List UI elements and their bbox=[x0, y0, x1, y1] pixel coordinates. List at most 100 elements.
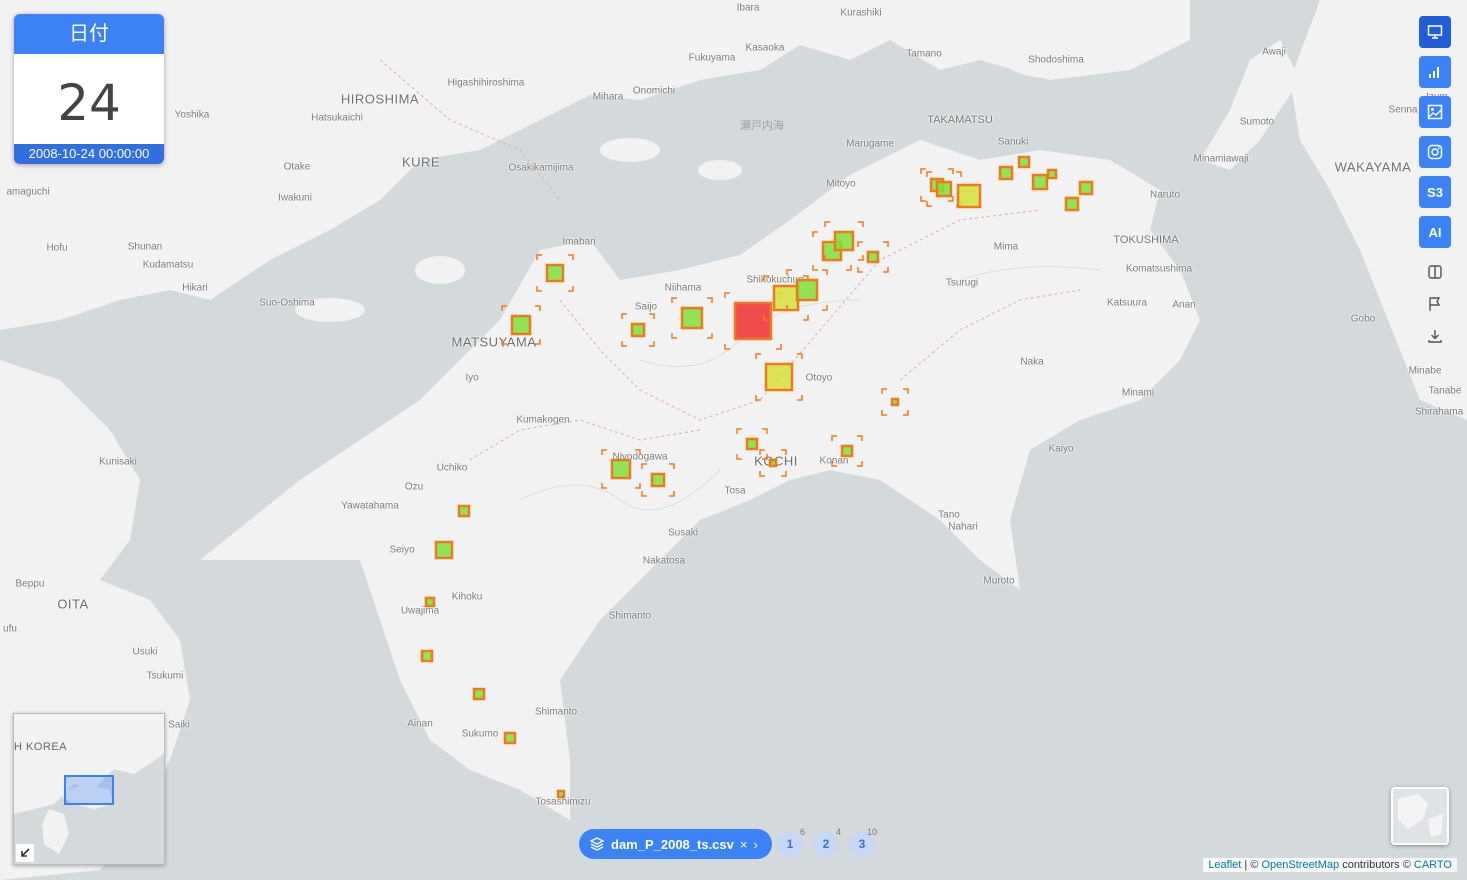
page-button-2[interactable]: 2 4 bbox=[813, 827, 841, 857]
dam-marker[interactable] bbox=[472, 687, 486, 701]
layer-chip-label: dam_P_2008_ts.csv bbox=[611, 836, 734, 852]
dam-marker[interactable] bbox=[759, 449, 787, 477]
marker-square bbox=[745, 437, 759, 451]
dam-marker[interactable] bbox=[755, 353, 803, 401]
marker-square bbox=[434, 540, 454, 560]
marker-square bbox=[472, 687, 486, 701]
download-button[interactable] bbox=[1419, 320, 1451, 352]
marker-square bbox=[457, 504, 471, 518]
page-label: 1 bbox=[786, 837, 794, 851]
dam-marker[interactable] bbox=[601, 449, 641, 489]
image-icon bbox=[1427, 104, 1443, 120]
presentation-button[interactable] bbox=[1419, 16, 1451, 48]
marker-square bbox=[610, 458, 632, 480]
layers-icon bbox=[589, 837, 605, 851]
marker-square bbox=[795, 278, 819, 302]
date-panel-header: 日付 bbox=[14, 14, 164, 54]
basemap-thumbnail-icon bbox=[1393, 789, 1447, 843]
marker-square bbox=[956, 183, 982, 209]
marker-square bbox=[733, 301, 773, 341]
dam-marker[interactable] bbox=[420, 649, 434, 663]
presentation-icon bbox=[1427, 25, 1443, 39]
marker-square bbox=[1064, 196, 1080, 212]
carto-link[interactable]: CARTO bbox=[1414, 859, 1452, 871]
dam-marker[interactable] bbox=[724, 292, 782, 350]
chevron-right-icon[interactable]: › bbox=[753, 837, 757, 852]
date-panel: 日付 24 2008-10-24 00:00:00 bbox=[14, 14, 164, 164]
dam-marker[interactable] bbox=[881, 388, 909, 416]
dam-marker[interactable] bbox=[457, 504, 471, 518]
dam-marker[interactable] bbox=[831, 435, 863, 467]
dam-marker[interactable] bbox=[736, 428, 768, 460]
dam-marker[interactable] bbox=[621, 313, 655, 347]
marker-square bbox=[866, 250, 880, 264]
ai-button[interactable]: AI bbox=[1419, 216, 1451, 248]
marker-square bbox=[998, 165, 1014, 181]
dam-marker[interactable] bbox=[503, 731, 517, 745]
s3-button[interactable]: S3 bbox=[1419, 176, 1451, 208]
split-view-button[interactable] bbox=[1419, 256, 1451, 288]
layer-chip[interactable]: dam_P_2008_ts.csv × › bbox=[579, 829, 772, 859]
image-button[interactable] bbox=[1419, 96, 1451, 128]
page-count: 4 bbox=[835, 827, 841, 837]
right-toolbar: S3 AI bbox=[1419, 16, 1451, 352]
flag-button[interactable] bbox=[1419, 288, 1451, 320]
dam-marker[interactable] bbox=[956, 183, 982, 209]
page-count: 10 bbox=[866, 827, 877, 837]
minimap[interactable]: H KOREA bbox=[13, 713, 165, 865]
marker-square bbox=[420, 649, 434, 663]
marker-square bbox=[840, 444, 854, 458]
instagram-button[interactable] bbox=[1419, 136, 1451, 168]
page-count: 6 bbox=[799, 827, 805, 837]
dam-marker[interactable] bbox=[501, 305, 541, 345]
marker-square bbox=[1046, 168, 1058, 180]
osm-link[interactable]: OpenStreetMap bbox=[1261, 859, 1339, 871]
marker-square bbox=[833, 230, 855, 252]
marker-square bbox=[630, 322, 646, 338]
marker-square bbox=[764, 362, 794, 392]
dam-marker[interactable] bbox=[1017, 155, 1031, 169]
instagram-icon bbox=[1427, 144, 1443, 160]
attribution-separator: | © bbox=[1241, 859, 1262, 871]
page-button-1[interactable]: 1 6 bbox=[777, 827, 805, 857]
dam-marker[interactable] bbox=[1064, 196, 1080, 212]
dam-marker[interactable] bbox=[1031, 173, 1049, 191]
marker-square bbox=[680, 306, 704, 330]
marker-square bbox=[1017, 155, 1031, 169]
download-icon bbox=[1428, 330, 1442, 343]
marker-square bbox=[503, 731, 517, 745]
dam-marker[interactable] bbox=[556, 789, 566, 799]
marker-square bbox=[935, 180, 953, 198]
basemap-switcher-button[interactable] bbox=[1391, 787, 1449, 845]
close-icon[interactable]: × bbox=[740, 837, 748, 852]
marker-square bbox=[1031, 173, 1049, 191]
dam-marker[interactable] bbox=[641, 463, 675, 497]
dam-marker[interactable] bbox=[671, 297, 713, 339]
dam-marker[interactable] bbox=[1046, 168, 1058, 180]
attribution-text: contributors © bbox=[1339, 859, 1414, 871]
marker-square bbox=[890, 397, 900, 407]
dam-marker[interactable] bbox=[1078, 180, 1094, 196]
marker-square bbox=[650, 472, 666, 488]
flag-icon bbox=[1429, 297, 1441, 311]
map-canvas[interactable]: Ibara Kurashiki Kasaoka Fukuyama Tamano Shodo… bbox=[0, 0, 1467, 880]
dam-marker[interactable] bbox=[536, 254, 574, 292]
marker-square bbox=[1078, 180, 1094, 196]
dam-marker[interactable] bbox=[424, 596, 436, 608]
marker-square bbox=[772, 284, 800, 312]
minimap-map bbox=[14, 714, 164, 864]
split-view-icon bbox=[1428, 265, 1442, 279]
date-panel-day: 24 bbox=[57, 74, 121, 132]
page-label: 3 bbox=[858, 837, 866, 851]
marker-square bbox=[424, 596, 436, 608]
dam-markers bbox=[420, 155, 1094, 799]
marker-square bbox=[556, 789, 566, 799]
minimap-toggle-button[interactable] bbox=[16, 844, 34, 862]
leaflet-link[interactable]: Leaflet bbox=[1208, 859, 1241, 871]
chart-button[interactable] bbox=[1419, 56, 1451, 88]
page-button-3[interactable]: 3 10 bbox=[849, 827, 877, 857]
page-label: 2 bbox=[822, 837, 830, 851]
dam-marker[interactable] bbox=[434, 540, 454, 560]
dam-marker[interactable] bbox=[998, 165, 1014, 181]
minimap-label: H KOREA bbox=[14, 741, 68, 753]
